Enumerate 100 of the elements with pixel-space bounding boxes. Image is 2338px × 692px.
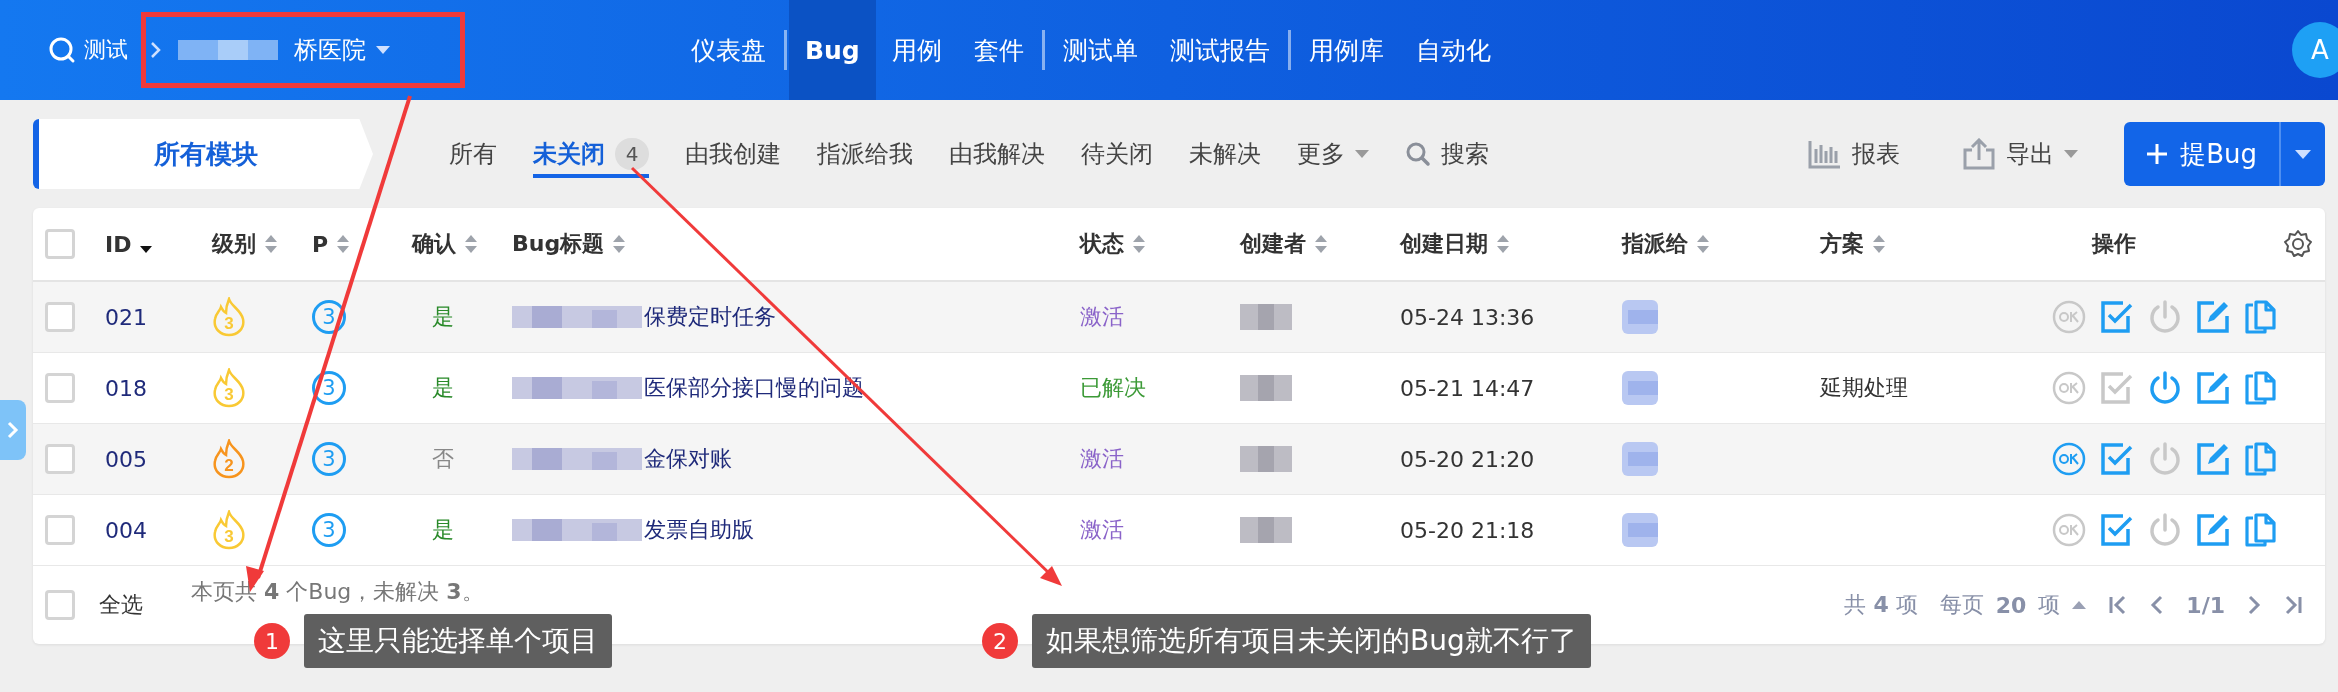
nav-tab[interactable]: 用例 [875, 0, 958, 100]
column-header[interactable]: 创建日期 [1400, 229, 1488, 259]
filter-tab[interactable]: 所有 [433, 130, 513, 178]
project-selector[interactable]: 桥医院 [294, 34, 390, 66]
bug-title-link[interactable]: 发票自助版 [644, 515, 754, 545]
confirm-text: 否 [431, 445, 455, 473]
ok-icon[interactable] [2052, 513, 2086, 547]
date-text: 05-20 21:18 [1400, 517, 1536, 543]
select-all-checkbox[interactable] [45, 590, 75, 620]
redacted-block [1622, 371, 1658, 405]
bug-id-link[interactable]: 021 [105, 304, 212, 330]
row-checkbox[interactable] [45, 515, 75, 545]
redacted-block [1240, 375, 1292, 401]
column-header[interactable]: 级别 [212, 229, 256, 259]
more-dropdown[interactable]: 更多 [1281, 130, 1385, 178]
export-dropdown[interactable]: 导出 [1946, 130, 2095, 178]
bug-id-link[interactable]: 004 [105, 517, 212, 543]
nav-tab[interactable]: 自动化 [1399, 0, 1507, 100]
expand-sidebar-button[interactable] [0, 400, 26, 460]
caret-icon [2064, 150, 2079, 158]
bug-title-link[interactable]: 保费定时任务 [644, 302, 776, 332]
power-icon[interactable] [2148, 442, 2182, 476]
bug-id-link[interactable]: 005 [105, 446, 212, 472]
date-text: 05-20 21:20 [1400, 446, 1536, 472]
filter-tab[interactable]: 待关闭 [1065, 130, 1169, 178]
priority-badge: 3 [312, 371, 346, 405]
confirm-text: 是 [431, 516, 455, 544]
filter-tab[interactable]: 未解决 [1173, 130, 1277, 178]
filter-tab[interactable]: 由我解决 [933, 130, 1061, 178]
caret-icon [1355, 150, 1369, 158]
copy-icon[interactable] [2244, 300, 2278, 334]
edit-icon[interactable] [2196, 371, 2230, 405]
priority-badge: 3 [312, 442, 346, 476]
power-icon[interactable] [2148, 371, 2182, 405]
last-page-icon[interactable] [2283, 595, 2303, 615]
column-header[interactable]: 指派给 [1622, 229, 1688, 259]
flame-icon: 3 [212, 297, 246, 337]
copy-icon[interactable] [2244, 371, 2278, 405]
ok-icon[interactable] [2052, 371, 2086, 405]
report-button[interactable]: 报表 [1792, 130, 1917, 178]
row-checkbox[interactable] [45, 373, 75, 403]
copy-icon[interactable] [2244, 442, 2278, 476]
column-header[interactable]: P [312, 231, 329, 257]
step-number: 1 [254, 623, 290, 659]
ok-icon[interactable] [2052, 442, 2086, 476]
confirm-text: 是 [431, 374, 455, 402]
search-icon [1405, 141, 1431, 167]
power-icon[interactable] [2148, 513, 2182, 547]
plus-icon [2146, 143, 2169, 165]
column-header[interactable]: Bug标题 [512, 229, 605, 259]
column-header[interactable]: 操作 [2092, 229, 2136, 259]
bug-title-link[interactable]: 金保对账 [644, 444, 732, 474]
filter-tab[interactable]: 指派给我 [801, 130, 929, 178]
row-checkbox[interactable] [45, 444, 75, 474]
search-icon[interactable] [48, 36, 76, 64]
status-text: 激活 [1080, 303, 1125, 331]
page-indicator: 1/1 [2186, 592, 2225, 618]
module-button[interactable]: 所有模块 [33, 119, 373, 189]
copy-icon[interactable] [2244, 513, 2278, 547]
power-icon[interactable] [2148, 300, 2182, 334]
annotation-note: 这里只能选择单个项目 [304, 614, 612, 668]
nav-tab[interactable]: 测试报告 [1153, 0, 1286, 100]
nav-tab[interactable]: 仪表盘 [675, 0, 782, 100]
nav-tab[interactable]: 用例库 [1292, 0, 1400, 100]
redacted-block [1240, 304, 1292, 330]
checkbox-icon[interactable] [2100, 442, 2134, 476]
ok-icon[interactable] [2052, 300, 2086, 334]
flame-icon: 3 [212, 368, 246, 408]
next-page-icon[interactable] [2247, 595, 2261, 615]
total-count: 共 4 项 [1844, 591, 1918, 619]
count-badge: 4 [615, 138, 649, 170]
resolution-text: 延期处理 [1820, 374, 1909, 402]
checkbox-icon[interactable] [2100, 300, 2134, 334]
column-header[interactable]: 确认 [412, 229, 456, 259]
bug-id-link[interactable]: 018 [105, 375, 212, 401]
select-all-label[interactable]: 全选 [99, 590, 143, 620]
edit-icon[interactable] [2196, 513, 2230, 547]
caret-icon [2295, 149, 2311, 159]
column-header[interactable]: 创建者 [1240, 229, 1306, 259]
filter-tab[interactable]: 未关闭 4 [533, 130, 649, 178]
nav-tab[interactable]: 套件 [957, 0, 1040, 100]
flame-icon: 3 [212, 510, 246, 550]
previous-page-icon[interactable] [2150, 595, 2165, 615]
row-checkbox[interactable] [45, 302, 75, 332]
column-header[interactable]: 方案 [1820, 229, 1864, 259]
checkbox-icon[interactable] [2100, 371, 2134, 405]
settings-icon[interactable] [2283, 229, 2313, 259]
edit-icon[interactable] [2196, 300, 2230, 334]
checkbox-icon[interactable] [2100, 513, 2134, 547]
filter-tab[interactable]: 由我创建 [669, 130, 797, 178]
priority-badge: 3 [312, 300, 346, 334]
edit-icon[interactable] [2196, 442, 2230, 476]
column-header[interactable]: ID [105, 231, 132, 257]
nav-tab[interactable]: Bug [789, 0, 876, 100]
flame-icon: 2 [212, 439, 246, 479]
column-header[interactable]: 状态 [1080, 229, 1124, 259]
search-button[interactable]: 搜索 [1389, 130, 1505, 178]
checkbox[interactable] [45, 229, 75, 259]
nav-tab[interactable]: 测试单 [1046, 0, 1154, 100]
step-number: 2 [982, 623, 1018, 659]
